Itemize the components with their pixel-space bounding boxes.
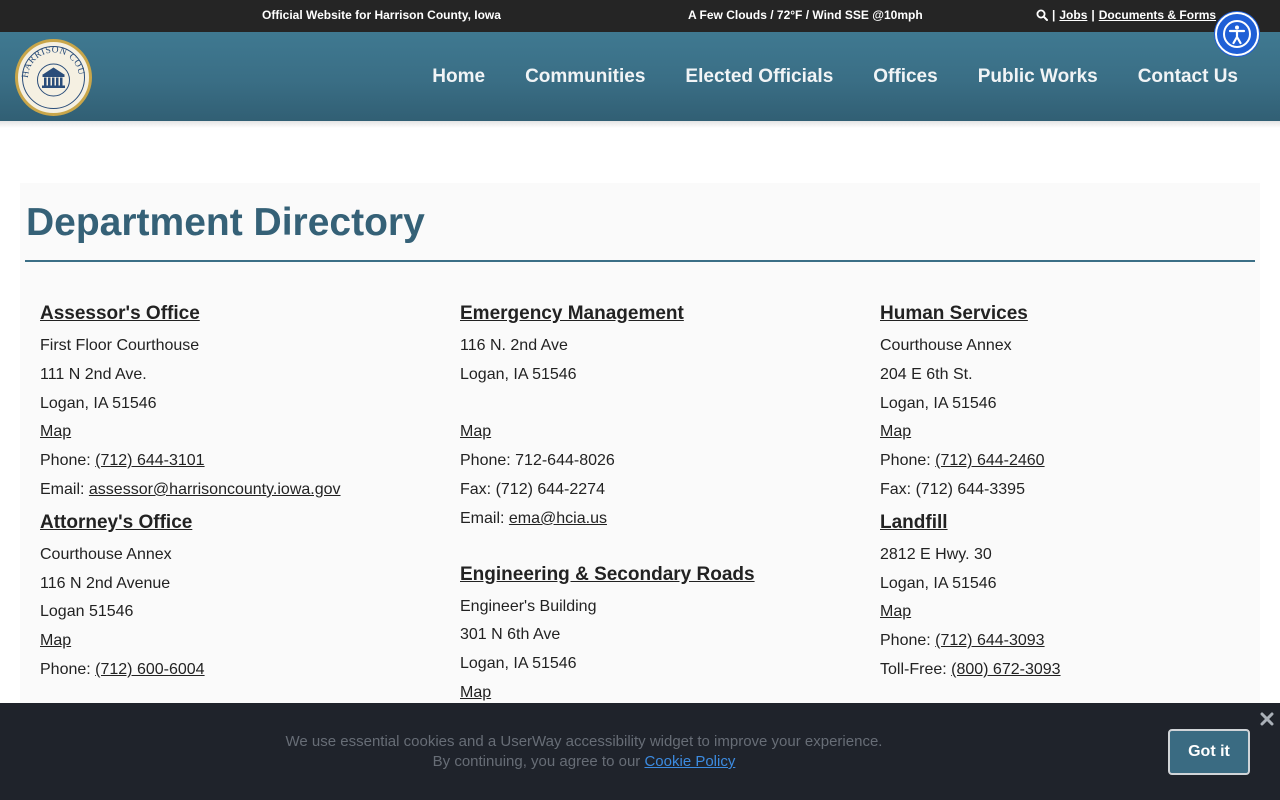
site-header: HARRISON COUNTY Home Communities Elected… <box>0 32 1280 121</box>
address-line: Logan 51546 <box>40 603 134 621</box>
address-line: Engineer's Building <box>460 597 597 615</box>
fax-line: Fax: (712) 644-3395 <box>880 480 1025 498</box>
title-divider <box>25 260 1255 262</box>
email-label: Email: <box>460 509 509 527</box>
phone-link[interactable]: (712) 644-3093 <box>935 632 1044 649</box>
address-line: Logan, IA 51546 <box>460 365 577 383</box>
address-line: Courthouse Annex <box>40 545 172 563</box>
top-bar: Official Website for Harrison County, Io… <box>0 0 1280 32</box>
dept-human-services: Human Services Courthouse Annex 204 E 6t… <box>880 302 1280 505</box>
accessibility-icon <box>1223 20 1251 48</box>
nav-offices[interactable]: Offices <box>873 66 937 88</box>
cookie-policy-link[interactable]: Cookie Policy <box>644 753 735 770</box>
phone-label: Phone: <box>40 452 96 470</box>
map-link[interactable]: Map <box>460 684 491 701</box>
dept-assessor: Assessor's Office First Floor Courthouse… <box>40 302 440 505</box>
nav-communities[interactable]: Communities <box>525 66 645 88</box>
cookie-message: We use essential cookies and a UserWay a… <box>0 732 1168 772</box>
page-title: Department Directory <box>26 201 425 244</box>
nav-public-works[interactable]: Public Works <box>978 66 1098 88</box>
tollfree-label: Toll-Free: <box>880 660 952 678</box>
phone-link[interactable]: (712) 600-6004 <box>95 661 204 678</box>
dept-name-link[interactable]: Attorney's Office <box>40 511 440 541</box>
address-line: 204 E 6th St. <box>880 365 973 383</box>
email-label: Email: <box>40 480 89 498</box>
close-icon[interactable] <box>1259 711 1275 727</box>
dept-name-link[interactable]: Landfill <box>880 511 1280 541</box>
directory-column-1: Assessor's Office First Floor Courthouse… <box>40 302 440 691</box>
nav-home[interactable]: Home <box>432 66 485 88</box>
address-line: Logan, IA 51546 <box>880 574 997 592</box>
main-navigation: Home Communities Elected Officials Offic… <box>432 32 1238 121</box>
phone-label: Phone: <box>880 452 936 470</box>
top-links: | Jobs | Documents & Forms <box>1036 8 1216 22</box>
dept-engineering: Engineering & Secondary Roads Engineer's… <box>460 563 860 708</box>
weather-text: A Few Clouds / 72°F / Wind SSE @10mph <box>688 8 923 22</box>
jobs-link[interactable]: Jobs <box>1059 8 1087 22</box>
dept-name-link[interactable]: Assessor's Office <box>40 302 440 332</box>
map-link[interactable]: Map <box>880 603 911 620</box>
phone-link[interactable]: (712) 644-3101 <box>95 452 204 469</box>
separator: | <box>1052 8 1056 22</box>
phone-link[interactable]: (712) 644-2460 <box>935 452 1044 469</box>
header-shadow <box>0 121 1280 128</box>
map-link[interactable]: Map <box>880 423 911 440</box>
address-line: Logan, IA 51546 <box>880 394 997 412</box>
email-link[interactable]: assessor@harrisoncounty.iowa.gov <box>89 481 341 498</box>
dept-name-link[interactable]: Engineering & Secondary Roads <box>460 563 860 593</box>
address-line: Courthouse Annex <box>880 337 1012 354</box>
tollfree-link[interactable]: (800) 672-3093 <box>951 661 1060 678</box>
directory-card: Department Directory Assessor's Office F… <box>20 183 1260 743</box>
nav-elected-officials[interactable]: Elected Officials <box>685 66 833 88</box>
address-line: 111 N 2nd Ave. <box>40 365 147 383</box>
phone-line: Phone: 712-644-8026 <box>460 452 615 470</box>
address-line: 301 N 6th Ave <box>460 626 561 644</box>
dept-emergency-management: Emergency Management 116 N. 2nd Ave Loga… <box>460 302 860 534</box>
cookie-message-line-1: We use essential cookies and a UserWay a… <box>285 733 883 750</box>
cookie-banner: We use essential cookies and a UserWay a… <box>0 703 1280 800</box>
dept-name-link[interactable]: Human Services <box>880 302 1280 332</box>
directory-column-3: Human Services Courthouse Annex 204 E 6t… <box>880 302 1280 691</box>
official-website-text: Official Website for Harrison County, Io… <box>262 8 501 22</box>
got-it-button[interactable]: Got it <box>1168 729 1250 775</box>
county-logo[interactable]: HARRISON COUNTY <box>15 39 92 116</box>
map-link[interactable]: Map <box>40 632 71 649</box>
address-line: 116 N 2nd Avenue <box>40 574 171 592</box>
dept-attorney: Attorney's Office Courthouse Annex 116 N… <box>40 511 440 685</box>
directory-column-2: Emergency Management 116 N. 2nd Ave Loga… <box>460 302 860 714</box>
address-line: Logan, IA 51546 <box>460 655 577 673</box>
address-line: First Floor Courthouse <box>40 337 200 354</box>
cookie-message-line-2: By continuing, you agree to our <box>432 753 645 770</box>
map-link[interactable]: Map <box>40 423 71 440</box>
phone-label: Phone: <box>40 660 96 678</box>
fax-line: Fax: (712) 644-2274 <box>460 480 605 498</box>
address-line: Logan, IA 51546 <box>40 394 157 412</box>
separator: | <box>1091 8 1095 22</box>
phone-label: Phone: <box>880 632 936 650</box>
address-line: 116 N. 2nd Ave <box>460 337 568 354</box>
map-link[interactable]: Map <box>460 423 491 440</box>
nav-contact-us[interactable]: Contact Us <box>1138 66 1238 88</box>
dept-name-link[interactable]: Emergency Management <box>460 302 860 332</box>
documents-forms-link[interactable]: Documents & Forms <box>1099 8 1216 22</box>
address-line: 2812 E Hwy. 30 <box>880 545 992 563</box>
dept-landfill: Landfill 2812 E Hwy. 30 Logan, IA 51546 … <box>880 511 1280 685</box>
search-icon[interactable] <box>1036 9 1048 21</box>
email-link[interactable]: ema@hcia.us <box>509 510 607 527</box>
accessibility-button[interactable] <box>1215 12 1259 56</box>
